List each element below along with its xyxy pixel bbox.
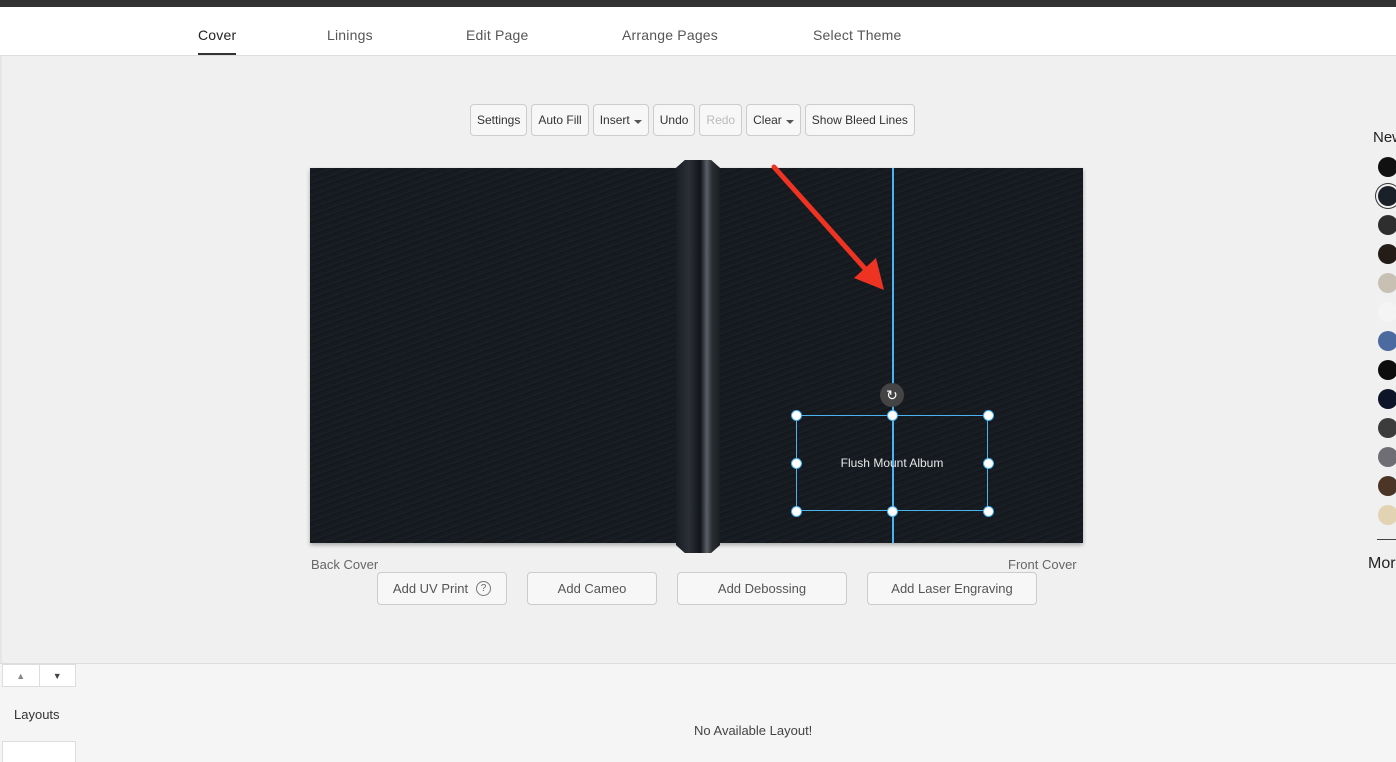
editor-toolbar: Settings Auto Fill Insert Undo Redo Clea… xyxy=(470,104,915,136)
color-swatch[interactable] xyxy=(1378,331,1396,351)
clear-dropdown[interactable]: Clear xyxy=(746,104,801,136)
front-cover-label: Front Cover xyxy=(1008,557,1077,572)
top-bar xyxy=(0,0,1396,7)
color-swatch[interactable] xyxy=(1378,389,1396,409)
layouts-tab[interactable] xyxy=(2,741,76,762)
color-swatch[interactable] xyxy=(1378,476,1396,496)
tab-cover[interactable]: Cover xyxy=(198,27,237,55)
left-edge xyxy=(0,56,2,663)
cover-text[interactable]: Flush Mount Album xyxy=(797,456,987,470)
cover-material-panel: New More xyxy=(1360,120,1396,590)
color-swatch[interactable] xyxy=(1378,157,1396,177)
text-box-selection[interactable]: Flush Mount Album xyxy=(791,410,994,517)
collapse-up-icon[interactable]: ▲ xyxy=(3,665,39,686)
resize-handle-s[interactable] xyxy=(887,506,898,517)
color-swatch[interactable] xyxy=(1378,273,1396,293)
resize-handle-sw[interactable] xyxy=(791,506,802,517)
resize-handle-w[interactable] xyxy=(791,458,802,469)
redo-button[interactable]: Redo xyxy=(699,104,743,136)
chevron-down-icon xyxy=(633,119,642,124)
album-cover-canvas[interactable]: ↻ Flush Mount Album xyxy=(310,160,1083,553)
color-swatch[interactable] xyxy=(1378,418,1396,438)
resize-handle-e[interactable] xyxy=(983,458,994,469)
back-cover-label: Back Cover xyxy=(311,557,379,572)
settings-button[interactable]: Settings xyxy=(470,104,528,136)
tab-edit-page[interactable]: Edit Page xyxy=(466,27,529,43)
add-cameo-button[interactable]: Add Cameo xyxy=(527,572,657,605)
panel-title: New xyxy=(1373,129,1396,146)
resize-handle-se[interactable] xyxy=(983,506,994,517)
color-swatch[interactable] xyxy=(1378,186,1396,206)
color-swatch[interactable] xyxy=(1378,302,1396,322)
undo-button[interactable]: Undo xyxy=(652,104,696,136)
add-uv-print-button[interactable]: Add UV Print ? xyxy=(377,572,507,605)
no-layout-message: No Available Layout! xyxy=(694,723,813,738)
tab-arrange-pages[interactable]: Arrange Pages xyxy=(622,27,718,43)
insert-dropdown[interactable]: Insert xyxy=(592,104,649,136)
album-spine xyxy=(676,160,720,553)
add-uv-print-label: Add UV Print xyxy=(392,581,469,596)
resize-handle-n[interactable] xyxy=(887,410,898,421)
panel-divider xyxy=(1377,539,1396,540)
resize-handle-ne[interactable] xyxy=(983,410,994,421)
help-icon[interactable]: ? xyxy=(476,581,492,596)
color-swatch[interactable] xyxy=(1378,215,1396,235)
rotate-icon[interactable]: ↻ xyxy=(880,383,904,407)
panel-toggle: ▲ ▼ xyxy=(2,664,76,687)
auto-fill-button[interactable]: Auto Fill xyxy=(531,104,589,136)
annotation-arrow xyxy=(771,164,884,290)
tab-linings[interactable]: Linings xyxy=(327,27,373,43)
color-swatch[interactable] xyxy=(1378,505,1396,525)
resize-handle-nw[interactable] xyxy=(791,410,802,421)
color-swatch[interactable] xyxy=(1378,360,1396,380)
add-debossing-button[interactable]: Add Debossing xyxy=(677,572,847,605)
chevron-down-icon xyxy=(785,119,794,124)
color-swatch[interactable] xyxy=(1378,244,1396,264)
show-bleed-lines-button[interactable]: Show Bleed Lines xyxy=(804,104,915,136)
expand-down-icon[interactable]: ▼ xyxy=(38,665,76,686)
more-link[interactable]: More xyxy=(1368,555,1396,573)
cover-actions: Add UV Print ? Add Cameo Add Debossing A… xyxy=(377,572,1037,605)
insert-label: Insert xyxy=(599,113,630,127)
color-swatch[interactable] xyxy=(1378,447,1396,467)
layouts-label: Layouts xyxy=(14,707,60,722)
clear-label: Clear xyxy=(753,113,782,127)
layouts-panel: ▲ ▼ Layouts No Available Layout! xyxy=(0,663,1396,762)
tab-bar: Cover Linings Edit Page Arrange Pages Se… xyxy=(0,7,1396,56)
add-laser-engraving-button[interactable]: Add Laser Engraving xyxy=(867,572,1037,605)
tab-select-theme[interactable]: Select Theme xyxy=(813,27,902,43)
